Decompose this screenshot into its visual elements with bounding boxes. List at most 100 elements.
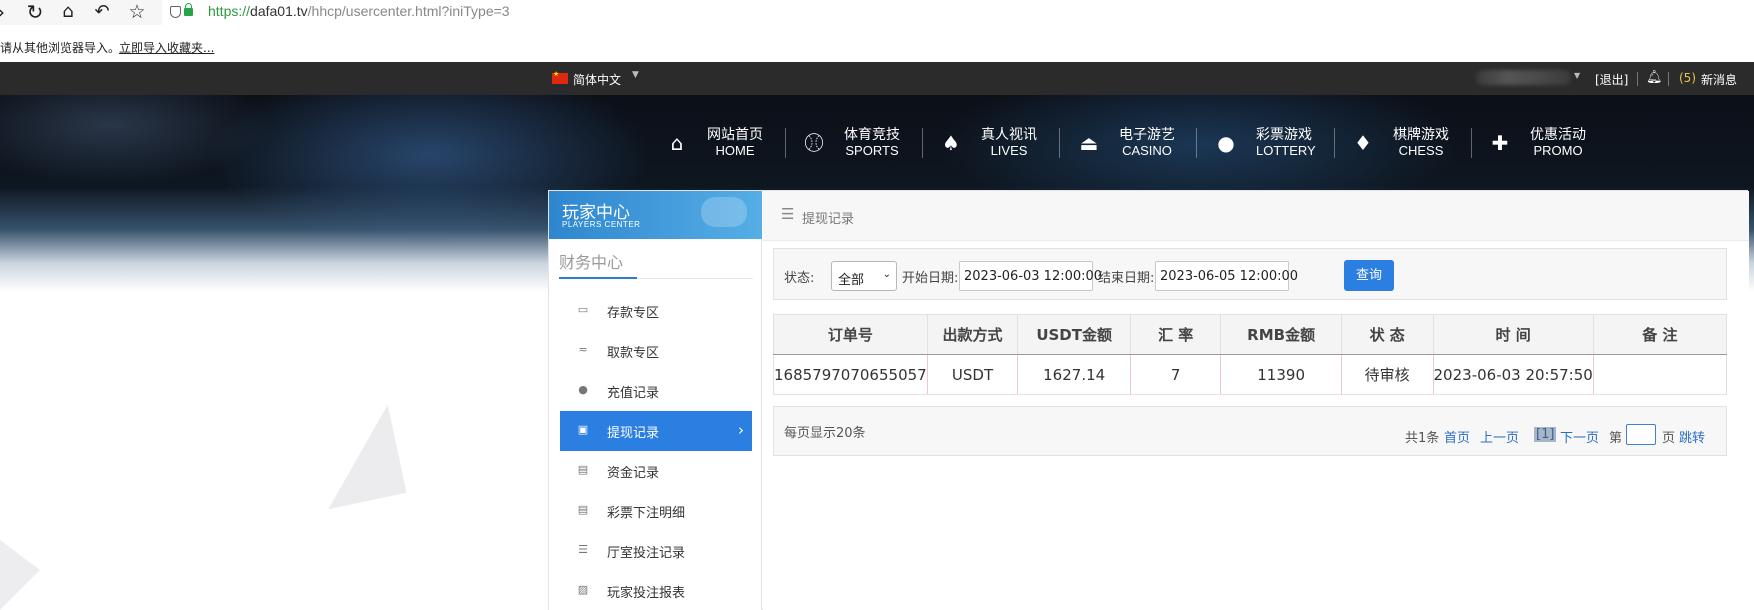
per-page-text: 每页显示20条 <box>784 426 866 441</box>
breadcrumb-bar: ☰ 提现记录 <box>763 191 1749 241</box>
col-usdt-amount: USDT金额 <box>1017 314 1131 355</box>
end-date-value: 2023-06-05 12:00:00 <box>1160 269 1299 284</box>
end-date-input[interactable]: 2023-06-05 12:00:00 <box>1155 261 1298 291</box>
query-button[interactable]: 查询 <box>1344 260 1394 291</box>
cell-rate: 7 <box>1129 354 1222 395</box>
sidebar-item-label: 提现记录 <box>607 426 660 441</box>
prev-page-link[interactable]: 上一页 <box>1480 427 1519 446</box>
home-browser-icon[interactable]: ⌂ <box>57 1 79 23</box>
nav-label: 网站首页 <box>707 127 763 143</box>
sidebar-item-lottery-bets[interactable]: ▤ 彩票下注明细 <box>560 491 752 531</box>
bookmark-star-icon[interactable]: ☆ <box>126 1 148 23</box>
gift-icon: ✚ <box>1491 131 1509 155</box>
reload-icon[interactable]: ↻ <box>24 1 46 23</box>
chevron-down-icon: ⌄ <box>882 269 891 280</box>
language-selector[interactable]: 简体中文 <box>573 71 621 88</box>
sidebar-item-deposit[interactable]: ▭ 存款专区 <box>560 291 752 331</box>
sidebar-header: 玩家中心 PLAYERS CENTER <box>549 191 762 239</box>
ball-icon: ⚾︎ <box>804 131 824 155</box>
decorative-shape <box>309 404 407 510</box>
total-count: 共1条 <box>1405 431 1440 446</box>
main-content: ☰ 提现记录 状态: 全部 ⌄ 开始日期: 2023-06-03 12:00:0… <box>763 191 1749 610</box>
sidebar-item-label: 彩票下注明细 <box>607 506 686 521</box>
sidebar-item-label: 存款专区 <box>607 306 660 321</box>
address-bar[interactable]: https://dafa01.tv/hhcp/usercenter.html?i… <box>162 0 1754 25</box>
list-icon: ☰ <box>578 543 588 556</box>
chevron-right-icon: › <box>738 421 744 439</box>
section-underline <box>559 277 637 279</box>
col-remark: 备 注 <box>1592 314 1728 355</box>
import-bookmarks-bar: 请从其他浏览器导入。 立即导入收藏夹... <box>0 25 1754 62</box>
nav-label: 真人视讯 <box>981 127 1037 143</box>
undo-icon[interactable]: ↶ <box>91 1 113 23</box>
forward-icon[interactable]: › <box>0 1 12 23</box>
sidebar-item-label: 取款专区 <box>607 346 660 361</box>
col-payout-method: 出款方式 <box>926 314 1019 355</box>
sidebar-item-withdraw[interactable]: ≂ 取款专区 <box>560 331 752 371</box>
gamepad-icon <box>701 197 747 227</box>
sidebar-item-fund-records[interactable]: ▤ 资金记录 <box>560 451 752 491</box>
col-rmb-amount: RMB金额 <box>1220 314 1342 355</box>
nav-label: 优惠活动 <box>1530 127 1586 143</box>
nav-sublabel: HOME <box>715 143 755 158</box>
sidebar-item-hall-bets[interactable]: ☰ 厅室投注记录 <box>560 531 752 571</box>
url-text[interactable]: https://dafa01.tv/hhcp/usercenter.html?i… <box>208 3 510 19</box>
nav-sports[interactable]: ⚾︎ 体育竞技 SPORTS <box>797 114 935 170</box>
col-rate: 汇 率 <box>1129 314 1222 355</box>
cell-rmb-amount: 11390 <box>1220 354 1342 395</box>
sidebar-item-label: 厅室投注记录 <box>607 546 686 561</box>
first-page-link[interactable]: 首页 <box>1444 427 1470 446</box>
chevron-down-icon[interactable]: ▼ <box>632 70 639 80</box>
bell-icon[interactable]: 🔔︎ <box>1646 70 1663 85</box>
nav-sublabel: LIVES <box>990 143 1028 158</box>
messages-link[interactable]: 新消息 <box>1701 71 1737 88</box>
nav-label: 体育竞技 <box>844 127 900 143</box>
cell-status: 待审核 <box>1340 354 1434 395</box>
col-time: 时 间 <box>1432 314 1594 355</box>
user-dropdown-icon[interactable]: ▼ <box>1574 71 1580 80</box>
cell-remark <box>1592 354 1728 395</box>
nav-label: 棋牌游戏 <box>1393 127 1449 143</box>
divider <box>922 128 923 158</box>
start-date-label: 开始日期: <box>902 271 959 286</box>
pagination-bar: 每页显示20条 共1条 首页 上一页 [1] 下一页 第 页 跳转 <box>773 406 1727 456</box>
sidebar-item-withdraw-records[interactable]: ▣ 提现记录 › <box>560 411 752 451</box>
divider <box>1637 72 1638 86</box>
logout-link[interactable]: [退出] <box>1595 71 1628 88</box>
site-top-bar: 简体中文 ▼ ▼ [退出] 🔔︎ (5) 新消息 <box>0 62 1754 95</box>
col-status: 状 态 <box>1340 314 1434 355</box>
start-date-value: 2023-06-03 12:00:00 <box>964 269 1103 284</box>
nav-casino[interactable]: ⏏ 电子游艺 CASINO <box>1072 114 1210 170</box>
money-bag-icon: ● <box>578 383 588 396</box>
sidebar-item-player-report[interactable]: ▨ 玩家投注报表 <box>560 571 752 610</box>
home-icon: ⌂ <box>670 131 684 155</box>
sidebar-item-recharge-records[interactable]: ● 充值记录 <box>560 371 752 411</box>
nav-lottery[interactable]: ● 彩票游戏 LOTTERY <box>1209 114 1347 170</box>
status-select[interactable]: 全部 ⌄ <box>831 261 897 291</box>
divider <box>1471 128 1472 158</box>
lottery-balls-icon: ● <box>1217 131 1235 155</box>
nav-chess[interactable]: ♦ 棋牌游戏 CHESS <box>1346 114 1484 170</box>
nav-home[interactable]: ⌂ 网站首页 HOME <box>660 114 798 170</box>
page-number-input[interactable] <box>1626 424 1656 445</box>
shield-icon <box>170 6 181 18</box>
cell-payout-method: USDT <box>926 354 1019 395</box>
status-label: 状态: <box>784 271 815 286</box>
cell-order-no: 1685797070655057 <box>773 354 928 395</box>
nav-lives[interactable]: ♠ 真人视讯 LIVES <box>934 114 1072 170</box>
divider <box>785 128 786 158</box>
message-count[interactable]: (5) <box>1679 71 1696 85</box>
joystick-icon: ⏏ <box>1079 131 1099 155</box>
sidebar-item-label: 充值记录 <box>607 386 660 401</box>
divider <box>1668 72 1669 86</box>
decorative-shape <box>0 540 40 610</box>
import-bookmarks-link[interactable]: 立即导入收藏夹... <box>119 39 214 56</box>
cards-icon: ♠ <box>942 131 960 155</box>
jump-button[interactable]: 跳转 <box>1679 427 1705 446</box>
divider <box>1334 128 1335 158</box>
next-page-link[interactable]: 下一页 <box>1560 427 1599 446</box>
status-select-value: 全部 <box>838 273 865 288</box>
start-date-input[interactable]: 2023-06-03 12:00:00 <box>959 261 1102 291</box>
end-date-label: 结束日期: <box>1098 271 1155 286</box>
nav-promo[interactable]: ✚ 优惠活动 PROMO <box>1483 114 1621 170</box>
